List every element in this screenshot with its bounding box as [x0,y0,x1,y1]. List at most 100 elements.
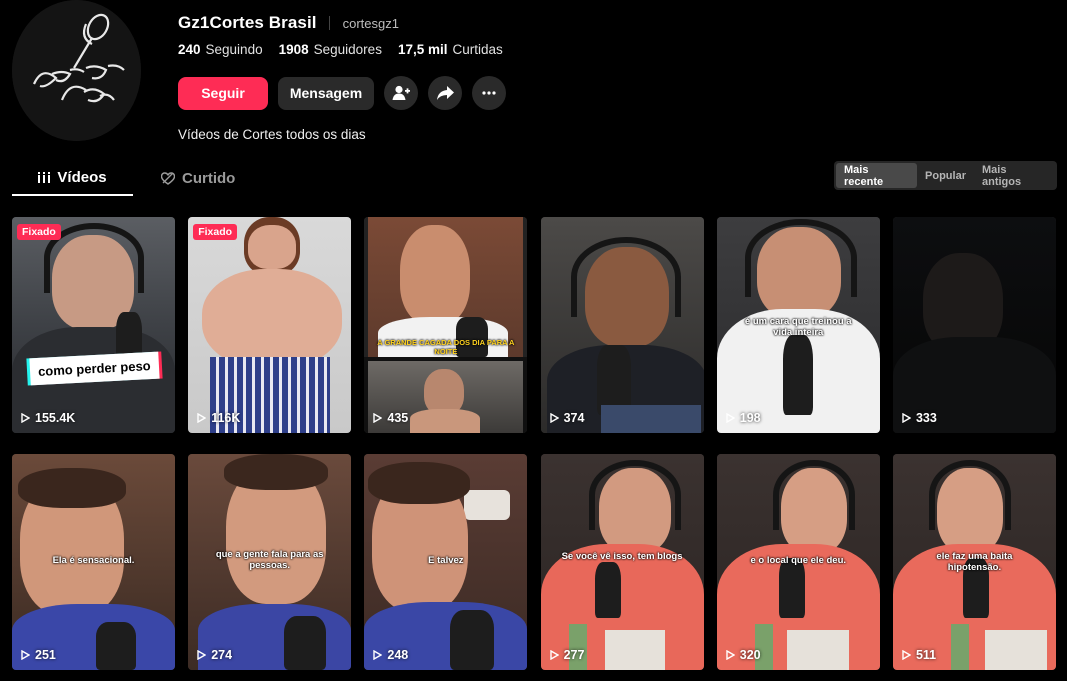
followers-stat[interactable]: 1908 Seguidores [279,42,382,57]
video-card[interactable]: ele faz uma baita hipotensão. 511 [892,454,1056,670]
video-thumbnail [540,217,704,433]
video-caption: A GRANDE CAGADA DOS DIA PARA A NOITE [377,338,515,356]
stats-row: 240 Seguindo 1908 Seguidores 17,5 mil Curti… [178,39,878,59]
play-icon [726,650,735,660]
following-stat[interactable]: 240 Seguindo [178,42,263,57]
video-caption: Se você vê isso, tem blogs [561,551,683,562]
tab-videos[interactable]: Vídeos [12,160,133,196]
view-count-value: 274 [211,648,233,662]
view-count-value: 155.4K [35,411,76,425]
video-caption: que a gente fala para as pessoas. [215,549,324,571]
video-card[interactable]: que a gente fala para as pessoas. 274 [188,454,352,670]
add-user-icon [392,85,410,100]
play-icon [197,413,207,423]
view-count-value: 248 [387,648,409,662]
share-icon [436,86,454,100]
view-count-value: 320 [739,648,761,662]
video-caption: e o local que ele deu. [750,555,847,566]
view-count: 248 [373,648,408,662]
play-icon [21,413,30,423]
sort-most-recent[interactable]: Mais recente [836,163,918,188]
play-icon [549,650,559,660]
view-count: 116K [197,411,240,425]
video-caption: E talvez [428,555,464,566]
profile-actions: Seguir Mensagem [178,76,878,110]
username: cortesgz1 [342,15,399,31]
followers-count: 1908 [278,41,309,57]
video-card[interactable]: e o local que ele deu. 320 [716,454,880,670]
profile-header: Gz1Cortes Brasil cortesgz1 240 Seguindo 1… [178,12,878,142]
profile-tabs: Vídeos Curtido [12,160,235,196]
video-thumbnail [364,217,528,433]
pinned-badge: Fixado [193,224,238,240]
video-card[interactable]: Fixado 116K [188,217,352,433]
tab-liked[interactable]: Curtido [161,160,235,196]
message-button[interactable]: Mensagem [278,76,374,110]
tab-videos-label: Vídeos [57,168,107,186]
video-card[interactable]: é um cara que treinou a vida inteira 198 [716,217,880,433]
video-card[interactable]: Fixado como perder peso 155.4K [12,217,175,433]
view-count-value: 116K [211,411,241,425]
video-grid: Fixado como perder peso 155.4K Fixado 11… [12,217,1056,670]
play-icon [726,413,735,423]
videos-grid-icon [38,171,51,183]
play-icon [902,413,911,423]
video-card[interactable]: A GRANDE CAGADA DOS DIA PARA A NOITE 435 [364,217,528,433]
likes-label: Curtidas [452,41,503,57]
video-card[interactable]: 374 [540,217,704,433]
view-count: 277 [549,648,585,662]
video-caption: é um cara que treinou a vida inteira [744,316,852,338]
video-caption: ele faz uma baita hipotensão. [936,551,1013,573]
view-count: 374 [549,411,585,425]
video-thumbnail [12,217,175,433]
following-count: 240 [178,41,201,57]
suggested-accounts-button[interactable] [384,76,418,110]
video-card[interactable]: Ela é sensacional. 251 [12,454,175,670]
play-icon [197,650,207,660]
view-count: 274 [197,648,232,662]
profile-avatar[interactable] [12,0,141,141]
sort-oldest[interactable]: Mais antigos [974,163,1055,188]
view-count-value: 198 [739,411,761,425]
play-icon [373,650,383,660]
video-card[interactable]: Se você vê isso, tem blogs 277 [540,454,704,670]
view-count: 333 [902,411,937,425]
video-thumbnail [892,217,1056,433]
more-icon [482,91,496,95]
play-icon [549,413,559,423]
followers-label: Seguidores [313,41,382,57]
following-label: Seguindo [205,41,263,57]
more-options-button[interactable] [472,76,506,110]
name-separator [328,16,330,30]
view-count: 435 [373,411,408,425]
video-card[interactable]: E talvez 248 [364,454,528,670]
video-caption: Ela é sensacional. [52,555,135,566]
play-icon [902,650,911,660]
view-count-value: 511 [915,648,937,662]
view-count: 251 [21,648,56,662]
view-count-value: 374 [563,411,585,425]
share-button[interactable] [428,76,462,110]
view-count: 320 [726,648,761,662]
view-count: 198 [726,411,761,425]
view-count-value: 333 [915,411,937,425]
liked-heart-icon [161,171,175,185]
follow-button[interactable]: Seguir [178,76,268,110]
view-count-value: 251 [35,648,56,662]
view-count-value: 435 [387,411,409,425]
profile-bio: Vídeos de Cortes todos os dias [178,127,366,142]
video-card[interactable]: 333 [892,217,1056,433]
likes-count: 17,5 mil [397,41,448,57]
tab-liked-label: Curtido [182,169,236,187]
sort-popular[interactable]: Popular [917,163,974,188]
view-count: 155.4K [21,411,75,425]
play-icon [21,650,30,660]
view-count: 511 [902,648,936,662]
likes-stat: 17,5 mil Curtidas [398,42,503,57]
display-name: Gz1Cortes Brasil [178,13,317,32]
play-icon [373,413,383,423]
view-count-value: 277 [563,648,585,662]
video-thumbnail [188,217,352,433]
sort-options: Mais recente Popular Mais antigos [834,161,1057,190]
pinned-badge: Fixado [17,224,61,240]
